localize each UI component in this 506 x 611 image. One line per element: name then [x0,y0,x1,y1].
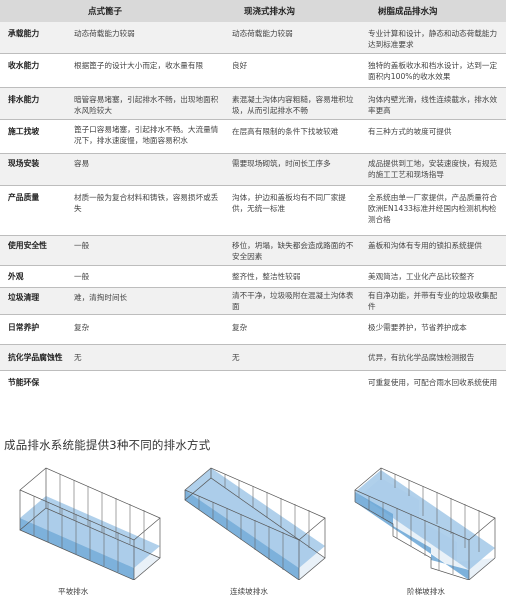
cell-resin-channel: 全系统由单一厂家提供，产品质量符合欧洲EN1433标准并经国内检测机构检测合格 [368,193,498,224]
row-label: 现场安装 [8,159,40,168]
cell-point-grate: 动态荷载能力较弱 [74,29,135,38]
row-label: 节能环保 [8,378,40,387]
table-row: 日常养护 复杂 复杂 极少需要养护，节省养护成本 [0,315,506,345]
row-label: 施工找坡 [8,127,40,136]
cell-cast-in-situ: 良好 [232,61,248,70]
table-row: 节能环保 可重复使用，可配合雨水回收系统使用 [0,371,506,405]
cell-cast-in-situ: 素混凝土沟体内容粗糙，容易堆积垃圾，从而引起排水不畅 [232,95,354,115]
row-label: 收水能力 [8,61,40,70]
header-point-grate: 点式篦子 [88,7,123,17]
cell-point-grate: 容易 [74,159,90,168]
row-label: 外观 [8,272,24,281]
cell-resin-channel: 优异，有抗化学品腐蚀检测报告 [368,353,475,362]
cell-cast-in-situ: 在层高有限制的条件下找坡较难 [232,127,339,136]
flat-slope-trench-icon [19,467,161,580]
cell-cast-in-situ: 复杂 [232,323,248,332]
cell-resin-channel: 盖板和沟体有专用的锁扣系统提供 [368,241,482,250]
row-label: 产品质量 [8,193,40,202]
cell-point-grate: 无 [74,353,82,362]
table-row: 现场安装 容易 需要现场砌筑，时间长工序多 成品提供到工地，安装速度快，有规范的… [0,154,506,186]
row-label: 垃圾清理 [8,293,40,302]
cell-point-grate: 材质一般为复合材料和铸铁，容易损坏或丢失 [74,193,219,213]
table-row: 产品质量 材质一般为复合材料和铸铁，容易损坏或丢失 沟体，护边和盖板均有不同厂家… [0,186,506,236]
caption-stepped-slope: 阶梯坡排水 [407,587,445,596]
table-row: 抗化学品腐蚀性 无 无 优异，有抗化学品腐蚀检测报告 [0,345,506,371]
cell-resin-channel: 美观简洁，工业化产品比较整齐 [368,272,475,281]
table-row: 施工找坡 篦子口容易堵塞，引起排水不畅。大流量情况下，排水速度慢，地面容易积水 … [0,120,506,154]
cell-resin-channel: 专业计算和设计，静态和动态荷载能力达到标准要求 [368,29,498,49]
header-cast-in-situ: 现浇式排水沟 [244,7,296,17]
cell-point-grate: 一般 [74,272,90,281]
continuous-slope-trench-icon [184,467,326,580]
table-row: 垃圾清理 难，清掏时间长 清不干净，垃圾吸附在混凝土沟体表面 有自净功能，并带有… [0,288,506,315]
cell-resin-channel: 可重复使用，可配合雨水回收系统使用 [368,378,498,387]
cell-cast-in-situ: 沟体，护边和盖板均有不同厂家提供，无统一标准 [232,193,346,213]
table-row: 承载能力 动态荷载能力较弱 动态荷载能力较弱 专业计算和设计，静态和动态荷载能力… [0,22,506,54]
caption-flat-slope: 平坡排水 [58,587,89,596]
cell-cast-in-situ: 无 [232,353,240,362]
stepped-slope-trench-icon [354,467,496,580]
row-label: 承载能力 [8,29,40,38]
table-row: 使用安全性 一般 移位，坍塌，缺失都会造成路面的不安全因素 盖板和沟体有专用的锁… [0,236,506,266]
cell-resin-channel: 极少需要养护，节省养护成本 [368,323,467,332]
table-row: 外观 一般 整齐性，整洁性较弱 美观简洁，工业化产品比较整齐 [0,266,506,288]
cell-cast-in-situ: 动态荷载能力较弱 [232,29,293,38]
cell-point-grate: 篦子口容易堵塞，引起排水不畅。大流量情况下，排水速度慢，地面容易积水 [74,125,219,145]
cell-cast-in-situ: 移位，坍塌，缺失都会造成路面的不安全因素 [232,241,354,261]
row-label: 抗化学品腐蚀性 [8,353,63,362]
cell-cast-in-situ: 整齐性，整洁性较弱 [232,272,301,281]
cell-resin-channel: 成品提供到工地，安装速度快，有规范的施工工艺和现场指导 [368,159,498,179]
cell-resin-channel: 有自净功能，并带有专业的垃圾收集配件 [368,291,498,311]
cell-point-grate: 难，清掏时间长 [74,293,128,302]
table-row: 排水能力 暗管容易堵塞，引起排水不畅，出现地面积水风险较大 素混凝土沟体内容粗糙… [0,88,506,120]
cell-point-grate: 暗管容易堵塞，引起排水不畅，出现地面积水风险较大 [74,95,219,115]
caption-continuous-slope: 连续坡排水 [230,587,268,596]
table-header: 点式篦子 现浇式排水沟 树脂成品排水沟 [0,0,506,22]
cell-resin-channel: 沟体内壁光滑，线性连续截水，排水效率更高 [368,95,498,115]
section-title: 成品排水系统能提供3种不同的排水方式 [4,438,211,452]
header-resin-channel: 树脂成品排水沟 [378,7,438,17]
cell-point-grate: 根据篦子的设计大小而定，收水量有限 [74,61,204,70]
cell-point-grate: 一般 [74,241,90,250]
cell-point-grate: 复杂 [74,323,90,332]
row-label: 日常养护 [8,323,40,332]
cell-resin-channel: 独特的盖板收水和档水设计，达到一定面积内100%的收水效果 [368,61,498,81]
row-label: 排水能力 [8,95,40,104]
row-label: 使用安全性 [8,241,47,250]
cell-resin-channel: 有三种方式的坡度可提供 [368,127,452,136]
cell-cast-in-situ: 清不干净，垃圾吸附在混凝土沟体表面 [232,291,354,311]
cell-cast-in-situ: 需要现场砌筑，时间长工序多 [232,159,331,168]
table-row: 收水能力 根据篦子的设计大小而定，收水量有限 良好 独特的盖板收水和档水设计，达… [0,54,506,88]
